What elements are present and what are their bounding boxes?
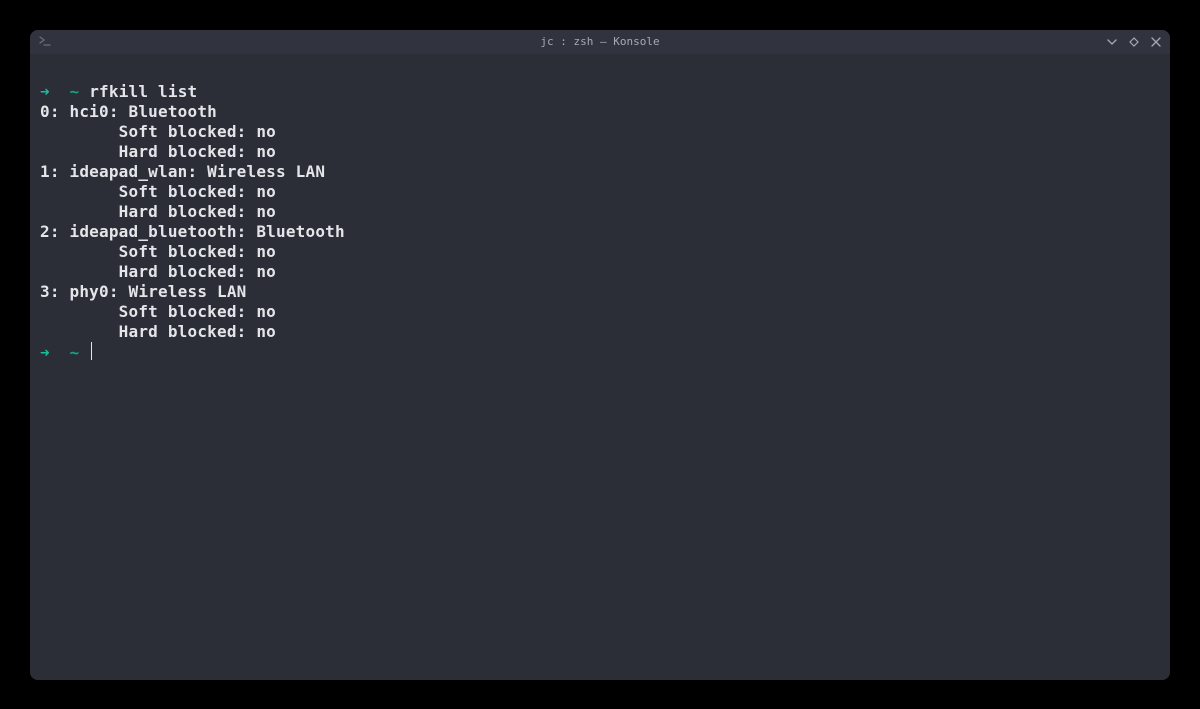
window-title: jc : zsh — Konsole [540,35,659,48]
titlebar: jc : zsh — Konsole [30,30,1170,54]
maximize-button[interactable] [1128,36,1140,48]
command-line: ➜ ~ rfkill list [40,82,1160,102]
terminal-window: jc : zsh — Konsole ➜ ~ rfkill list0: hci… [30,30,1170,680]
app-icon [38,35,52,49]
window-controls [1106,36,1162,48]
prompt-line: ➜ ~ [40,342,1160,363]
cursor [91,342,92,360]
close-button[interactable] [1150,36,1162,48]
minimize-button[interactable] [1106,36,1118,48]
output-block: 0: hci0: Bluetooth Soft blocked: no Hard… [40,102,1160,342]
prompt-arrow: ➜ [40,343,50,362]
command-text: rfkill list [89,82,197,101]
prompt-arrow: ➜ [40,82,50,101]
terminal-body[interactable]: ➜ ~ rfkill list0: hci0: Bluetooth Soft b… [30,54,1170,680]
prompt-tilde: ~ [70,343,80,362]
prompt-tilde: ~ [70,82,80,101]
